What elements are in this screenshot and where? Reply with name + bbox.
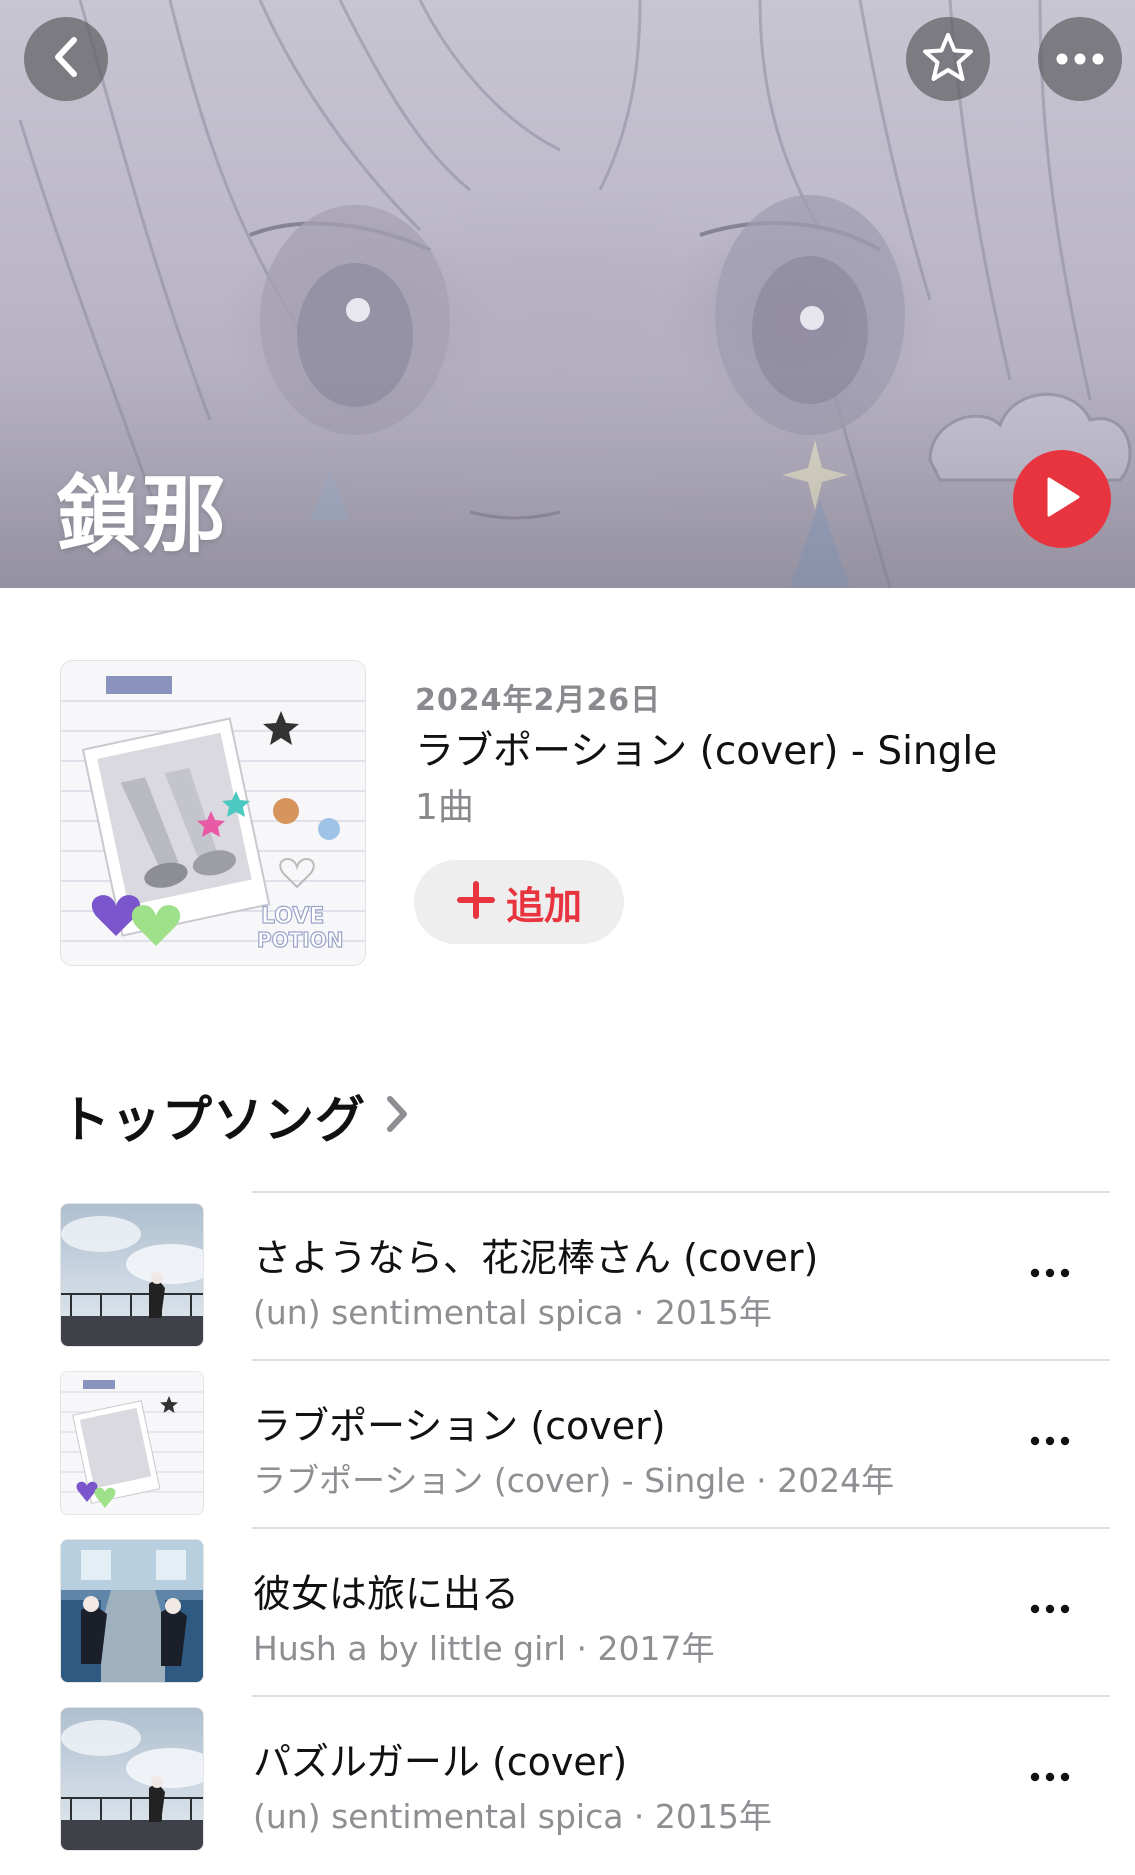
top-songs-title: トップソング <box>60 1091 366 1149</box>
ellipsis-icon <box>1030 1599 1070 1618</box>
song-artwork <box>60 1707 204 1851</box>
song-subtitle: Hush a by little girl · 2017年 <box>253 1629 715 1668</box>
ellipsis-icon <box>1030 1263 1070 1282</box>
artist-hero: 鎖那 <box>0 0 1135 588</box>
song-row[interactable]: さようなら、花泥棒さん (cover) (un) sentimental spi… <box>0 1191 1135 1359</box>
song-row[interactable]: ラブポーション (cover) ラブポーション (cover) - Single… <box>0 1359 1135 1527</box>
release-title[interactable]: ラブポーション (cover) - Single <box>415 720 997 776</box>
song-more-button[interactable] <box>1025 1761 1075 1791</box>
more-options-button[interactable] <box>1038 17 1122 101</box>
release-track-count: 1曲 <box>415 787 474 828</box>
chevron-left-icon <box>49 36 83 82</box>
song-subtitle: (un) sentimental spica · 2015年 <box>253 1797 772 1836</box>
plus-icon <box>456 880 496 924</box>
ellipsis-icon <box>1030 1767 1070 1786</box>
play-icon <box>1043 476 1081 522</box>
song-more-button[interactable] <box>1025 1257 1075 1287</box>
cover-art-text-line2: POTION <box>257 928 343 952</box>
latest-release-artwork[interactable]: LOVE POTION <box>60 660 366 966</box>
add-to-library-button[interactable]: 追加 <box>414 860 624 944</box>
star-icon <box>922 32 974 86</box>
song-title: パズルガール (cover) <box>253 1740 628 1784</box>
song-more-button[interactable] <box>1025 1425 1075 1455</box>
song-artwork <box>60 1203 204 1347</box>
row-divider <box>252 1527 1110 1529</box>
artist-name: 鎖那 <box>56 466 229 564</box>
song-row[interactable]: パズルガール (cover) (un) sentimental spica · … <box>0 1695 1135 1863</box>
release-date: 2024年2月26日 <box>415 683 662 718</box>
cover-art-text-line1: LOVE <box>261 904 324 929</box>
song-title: ラブポーション (cover) <box>253 1404 666 1448</box>
chevron-right-icon <box>384 1094 410 1138</box>
top-songs-header[interactable]: トップソング <box>60 1080 410 1152</box>
love-potion-cover-art: LOVE POTION <box>61 661 365 965</box>
add-button-label: 追加 <box>505 883 582 928</box>
song-artwork <box>60 1539 204 1683</box>
song-subtitle: (un) sentimental spica · 2015年 <box>253 1293 772 1332</box>
song-title: さようなら、花泥棒さん (cover) <box>253 1236 819 1280</box>
row-divider <box>252 1695 1110 1697</box>
row-divider <box>252 1191 1110 1193</box>
song-row[interactable]: 彼女は旅に出る Hush a by little girl · 2017年 <box>0 1527 1135 1695</box>
ellipsis-icon <box>1030 1431 1070 1450</box>
favorite-button[interactable] <box>906 17 990 101</box>
song-title: 彼女は旅に出る <box>253 1572 520 1616</box>
back-button[interactable] <box>24 17 108 101</box>
song-more-button[interactable] <box>1025 1593 1075 1623</box>
play-button[interactable] <box>1013 450 1111 548</box>
song-artwork <box>60 1371 204 1515</box>
song-subtitle: ラブポーション (cover) - Single · 2024年 <box>253 1461 895 1500</box>
ellipsis-icon <box>1056 50 1104 69</box>
row-divider <box>252 1359 1110 1361</box>
